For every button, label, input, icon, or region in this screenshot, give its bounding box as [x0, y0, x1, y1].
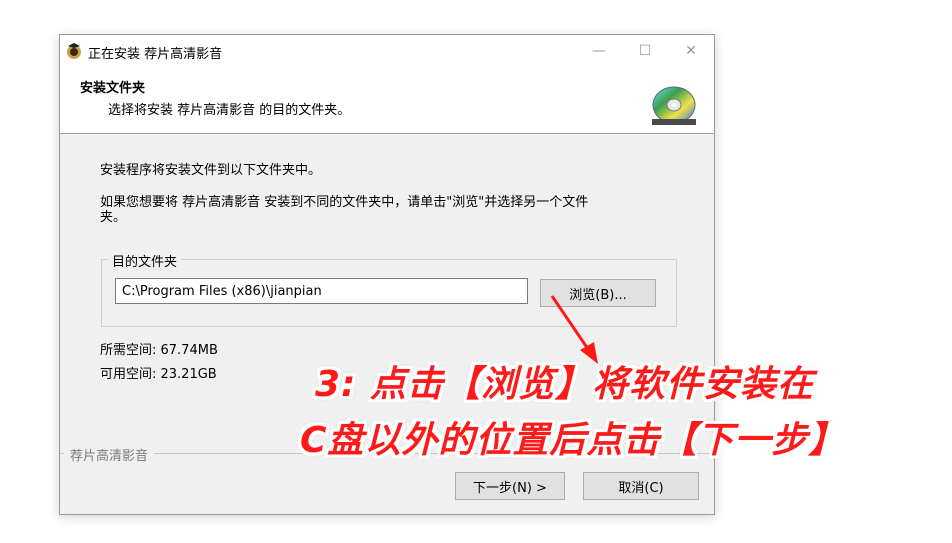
- cancel-button[interactable]: 取消(C): [583, 472, 699, 500]
- installer-app-icon: [67, 43, 81, 59]
- next-button[interactable]: 下一步(N) >: [455, 472, 565, 500]
- page-title: 安装文件夹: [80, 81, 146, 96]
- destination-path-input[interactable]: [115, 278, 528, 304]
- instruction-text-2b: 夹。: [100, 210, 127, 225]
- instruction-text-2a: 如果您想要将 荐片高清影音 安装到不同的文件夹中，请单击"浏览"并选择另一个文件: [100, 195, 589, 210]
- annotation-line-2: C盘以外的位置后点击【下一步】: [300, 420, 846, 461]
- annotation-line-1: 3: 点击【浏览】将软件安装在: [315, 364, 814, 405]
- page-header: 安装文件夹 选择将安装 荐片高清影音 的目的文件夹。: [60, 67, 714, 134]
- instruction-text: 安装程序将安装文件到以下文件夹中。: [100, 163, 322, 178]
- page-subtitle: 选择将安装 荐片高清影音 的目的文件夹。: [108, 103, 351, 118]
- branding-text: 荐片高清影音: [64, 445, 155, 464]
- window-title: 正在安装 荐片高清影音: [88, 47, 223, 62]
- maximize-button[interactable]: ☐: [622, 35, 668, 67]
- destination-folder-label: 目的文件夹: [108, 251, 182, 270]
- close-button[interactable]: ✕: [668, 35, 714, 67]
- space-available: 可用空间: 23.21GB: [100, 367, 217, 382]
- minimize-button[interactable]: —: [576, 35, 622, 67]
- cd-disc-icon: [652, 86, 696, 125]
- title-bar: 正在安装 荐片高清影音 — ☐ ✕: [60, 35, 714, 67]
- space-required: 所需空间: 67.74MB: [100, 343, 218, 358]
